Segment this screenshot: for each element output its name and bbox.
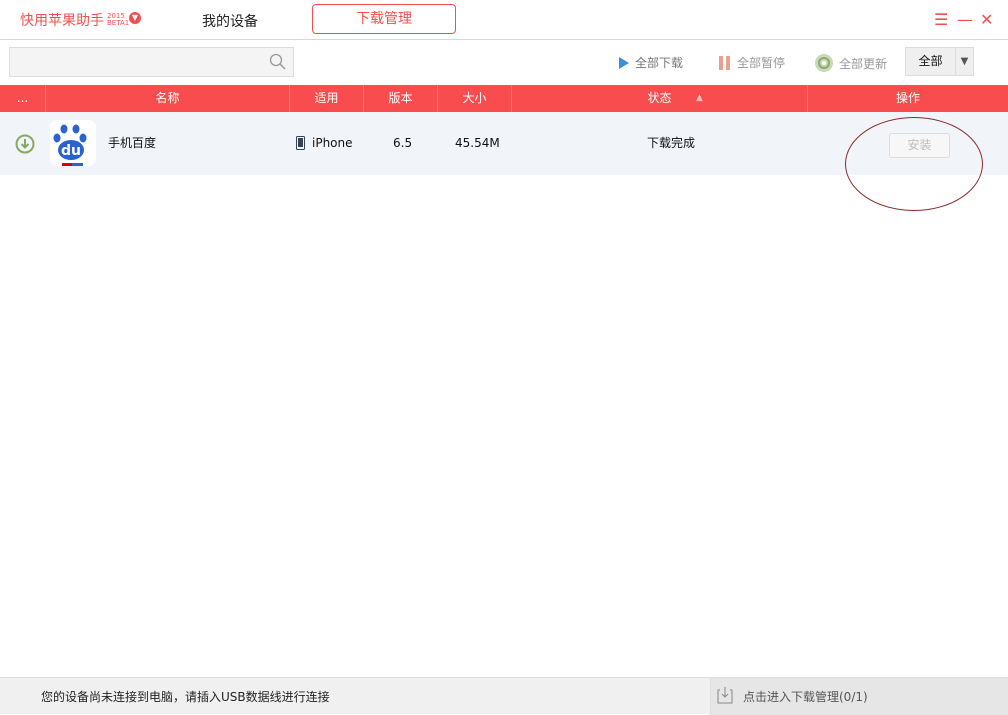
col-version[interactable]: 版本 <box>364 85 438 112</box>
brand-name: 快用苹果助手 <box>20 13 104 29</box>
app-logo: 快用苹果助手 2015 BETA1 <box>20 10 129 30</box>
col-device[interactable]: 适用 <box>290 85 364 112</box>
download-all-label: 全部下载 <box>635 56 684 70</box>
pause-all-label: 全部暂停 <box>737 56 786 70</box>
table-header: ... 名称 适用 版本 大小 状态 ▲ 操作 <box>0 85 1008 112</box>
col-status-label: 状态 <box>647 91 672 105</box>
filter-value: 全部 <box>918 54 943 68</box>
close-icon[interactable]: ✕ <box>980 12 993 28</box>
chevron-down-icon[interactable]: ▼ <box>129 12 141 24</box>
update-all-button[interactable]: 全部更新 <box>815 54 887 72</box>
download-status-icon <box>15 134 35 154</box>
brand-tag: BETA1 <box>107 19 130 27</box>
tab-download-manager[interactable]: 下载管理 <box>312 4 456 34</box>
col-more[interactable]: ... <box>0 85 46 112</box>
app-version: 6.5 <box>393 136 413 150</box>
tab-my-device[interactable]: 我的设备 <box>202 11 258 31</box>
sort-asc-icon: ▲ <box>696 93 703 103</box>
download-manager-link[interactable]: 点击进入下载管理(0/1) <box>710 678 1008 715</box>
minimize-icon[interactable]: — <box>957 12 973 28</box>
app-name: 手机百度 <box>108 136 157 150</box>
col-size[interactable]: 大小 <box>438 85 512 112</box>
col-name[interactable]: 名称 <box>46 85 290 112</box>
search-input[interactable] <box>9 47 294 77</box>
connection-message: 您的设备尚未连接到电脑，请插入USB数据线进行连接 <box>41 690 330 704</box>
col-action[interactable]: 操作 <box>808 85 1008 112</box>
download-icon <box>717 687 733 704</box>
app-size: 45.54M <box>455 136 500 150</box>
baidu-app-icon: du <box>50 120 96 166</box>
col-status[interactable]: 状态 ▲ <box>512 85 808 112</box>
menu-icon[interactable]: ☰ <box>934 12 948 28</box>
app-status: 下载完成 <box>647 136 696 150</box>
pause-all-button[interactable]: 全部暂停 <box>719 54 785 71</box>
download-manager-label: 点击进入下载管理(0/1) <box>743 690 868 704</box>
play-icon <box>619 56 629 69</box>
status-bar: 您的设备尚未连接到电脑，请插入USB数据线进行连接 点击进入下载管理(0/1) <box>0 677 1008 715</box>
update-all-label: 全部更新 <box>839 56 888 71</box>
dropdown-arrow-icon[interactable]: ▼ <box>955 48 973 75</box>
pause-icon <box>719 55 730 70</box>
filter-select[interactable]: 全部 ▼ <box>905 47 974 76</box>
phone-icon <box>296 136 305 150</box>
app-device: iPhone <box>312 136 353 150</box>
divider <box>0 39 1008 40</box>
svg-text:du: du <box>61 143 81 159</box>
search-icon[interactable] <box>269 53 287 71</box>
refresh-icon <box>815 54 833 72</box>
annotation-circle <box>845 117 983 211</box>
download-all-button[interactable]: 全部下载 <box>619 54 683 71</box>
